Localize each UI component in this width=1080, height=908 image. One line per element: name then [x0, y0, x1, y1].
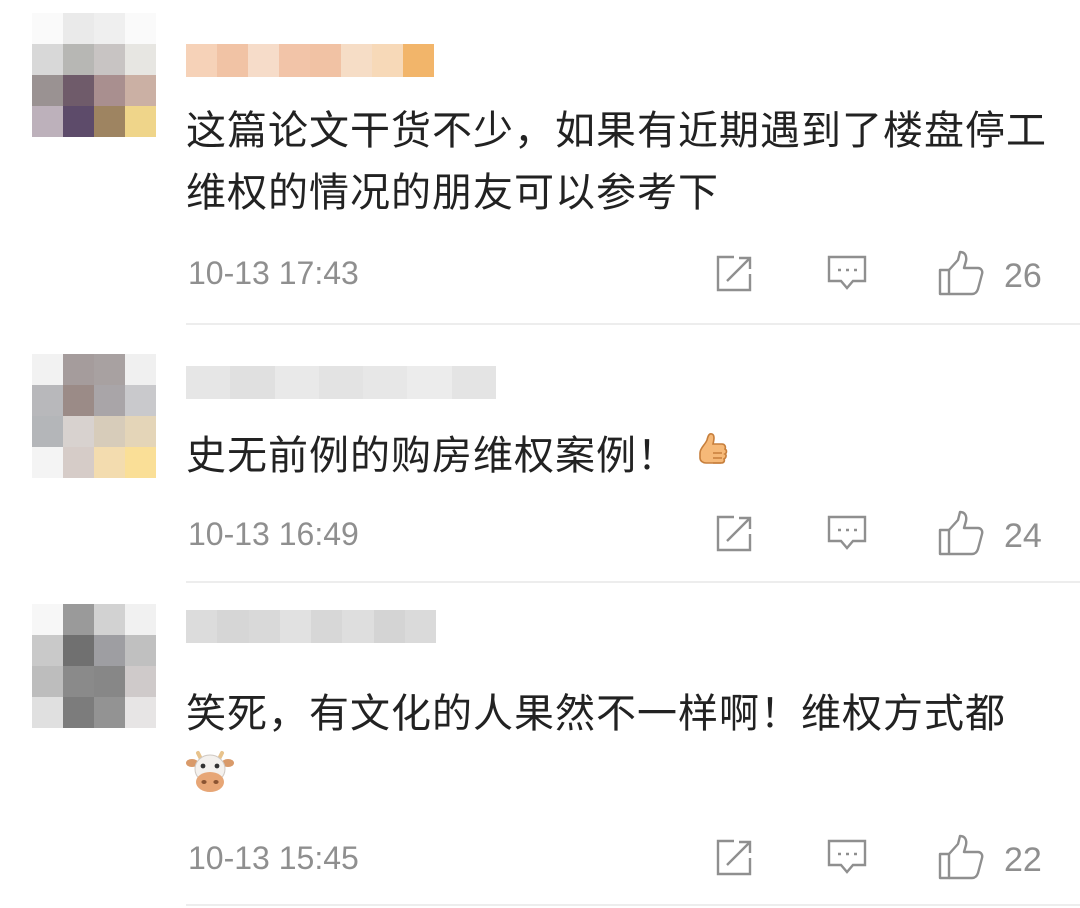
- comment-text: 笑死，有文化的人果然不一样啊！维权方式都: [186, 683, 1056, 813]
- comment-item: 笑死，有文化的人果然不一样啊！维权方式都 10-13 15:45 22: [0, 584, 1080, 908]
- comment-time: 10-13 17:43: [188, 255, 359, 291]
- comment-text-content: 史无前例的购房维权案例！: [186, 433, 678, 479]
- comment-icon[interactable]: [826, 514, 868, 554]
- like-icon[interactable]: [938, 510, 986, 556]
- username-blurred[interactable]: [186, 44, 434, 77]
- comment-text: 这篇论文干货不少，如果有近期遇到了楼盘停工维权的情况的朋友可以参考下: [186, 108, 1047, 216]
- comment-item: 这篇论文干货不少，如果有近期遇到了楼盘停工维权的情况的朋友可以参考下 10-13…: [0, 0, 1080, 326]
- avatar[interactable]: [32, 13, 156, 137]
- divider: [186, 323, 1080, 325]
- share-icon[interactable]: [714, 514, 754, 554]
- like-count: 24: [1004, 517, 1042, 555]
- share-icon[interactable]: [714, 838, 754, 878]
- like-count: 22: [1004, 841, 1042, 879]
- share-icon[interactable]: [714, 254, 754, 294]
- comment-text-content: 笑死，有文化的人果然不一样啊！维权方式都: [186, 691, 1006, 737]
- thumbs-up-emoji: [692, 431, 728, 493]
- username-blurred[interactable]: [186, 610, 436, 643]
- like-count: 26: [1004, 257, 1042, 295]
- divider: [186, 581, 1080, 583]
- comment-time: 10-13 15:45: [188, 840, 359, 876]
- username-blurred[interactable]: [186, 366, 496, 399]
- cow-face-emoji: [186, 749, 234, 813]
- comment-icon[interactable]: [826, 838, 868, 878]
- comment-icon[interactable]: [826, 254, 868, 294]
- comment-item: 史无前例的购房维权案例！ 10-13 16:49 24: [0, 326, 1080, 584]
- avatar[interactable]: [32, 604, 156, 728]
- comment-time: 10-13 16:49: [188, 516, 359, 552]
- like-icon[interactable]: [938, 834, 986, 880]
- like-icon[interactable]: [938, 250, 986, 296]
- avatar[interactable]: [32, 354, 156, 478]
- comment-text: 史无前例的购房维权案例！: [186, 425, 1056, 493]
- divider: [186, 904, 1080, 906]
